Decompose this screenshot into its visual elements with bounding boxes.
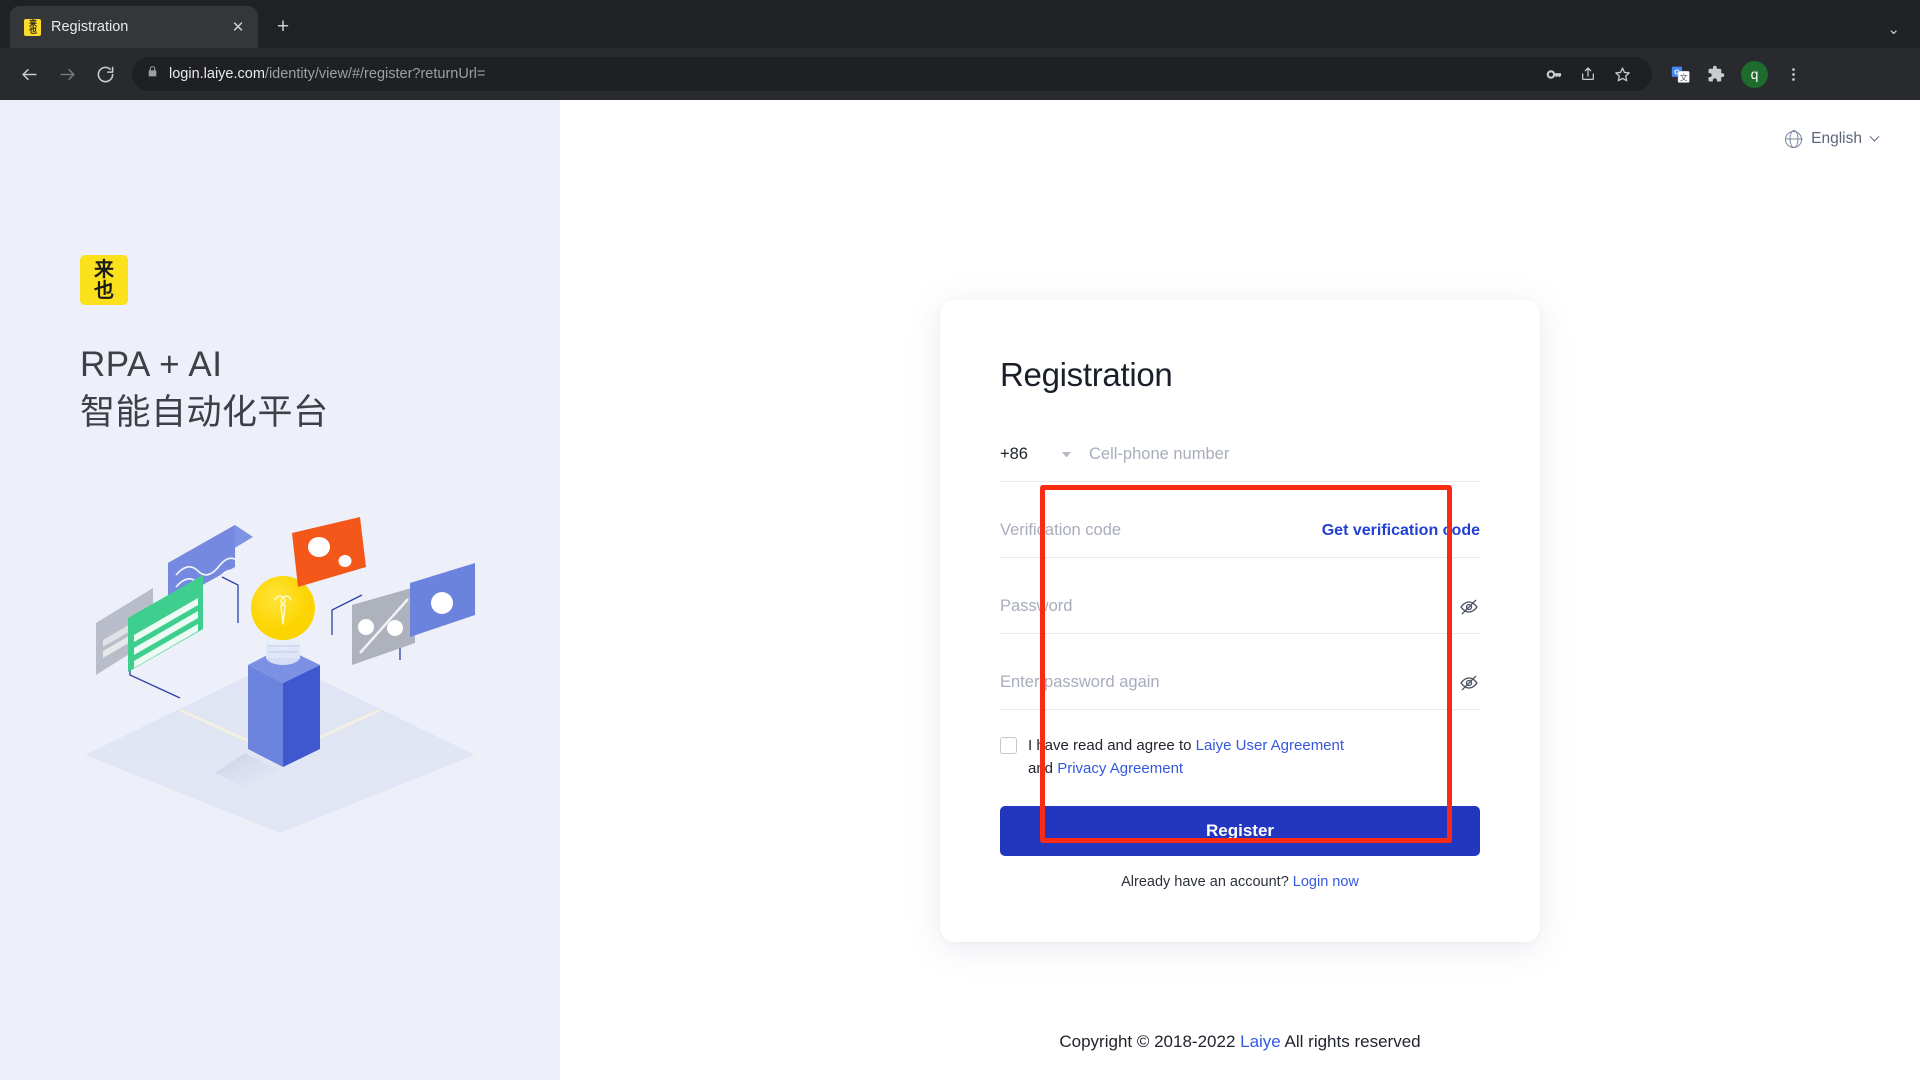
browser-toolbar: login.laiye.com/identity/view/#/register… <box>0 48 1920 100</box>
laiye-favicon: 来 也 <box>24 18 41 36</box>
copyright-suffix: All rights reserved <box>1280 1032 1421 1051</box>
laiye-logo: 来 也 <box>80 255 128 305</box>
chevron-down-icon[interactable]: ⌄ <box>1879 20 1908 38</box>
back-icon[interactable] <box>12 57 46 91</box>
logo-char-2: 也 <box>94 278 114 302</box>
close-icon[interactable]: ✕ <box>228 17 248 37</box>
eye-off-icon[interactable] <box>1458 672 1480 694</box>
registration-card: Registration +86 Get verification code <box>940 300 1540 942</box>
profile-avatar[interactable]: q <box>1741 60 1768 88</box>
favicon-char-2: 也 <box>29 26 37 35</box>
reload-icon[interactable] <box>88 57 122 91</box>
phone-field-row: +86 <box>1000 428 1480 482</box>
eye-off-icon[interactable] <box>1458 596 1480 618</box>
password-field-row <box>1000 580 1480 634</box>
agreement-text: I have read and agree to Laiye User Agre… <box>1028 734 1373 780</box>
url-host: login.laiye.com <box>169 66 265 82</box>
verification-field-row: Get verification code <box>1000 504 1480 558</box>
window-controls: ⌄ <box>1879 20 1908 38</box>
brand-panel: 来 也 RPA + AI 智能自动化平台 <box>0 100 560 1080</box>
page-content: 来 也 RPA + AI 智能自动化平台 English Registratio… <box>0 100 1920 1080</box>
brand-tagline: RPA + AI 智能自动化平台 <box>80 341 560 437</box>
bookmark-star-icon[interactable] <box>1606 58 1638 90</box>
tab-strip: 来 也 Registration ✕ + ⌄ <box>0 0 1920 48</box>
login-now-link[interactable]: Login now <box>1293 874 1359 890</box>
get-verification-code-button[interactable]: Get verification code <box>1322 522 1480 540</box>
isometric-lightbulb-platform-illustration <box>70 515 490 850</box>
language-switcher[interactable]: English <box>1785 130 1880 148</box>
address-bar[interactable]: login.laiye.com/identity/view/#/register… <box>132 57 1652 91</box>
lock-icon <box>146 65 159 83</box>
laiye-link[interactable]: Laiye <box>1240 1032 1281 1051</box>
url-path: /identity/view/#/register?returnUrl= <box>264 66 486 82</box>
globe-icon <box>1785 130 1803 148</box>
password-input[interactable] <box>1000 597 1446 616</box>
browser-window: 来 也 Registration ✕ + ⌄ login.laiye.com/i… <box>0 0 1920 1080</box>
tagline-line-2: 智能自动化平台 <box>80 393 329 432</box>
browser-tab-registration[interactable]: 来 也 Registration ✕ <box>10 6 258 48</box>
have-account-text: Already have an account? <box>1121 874 1293 890</box>
page-title: Registration <box>1000 356 1173 393</box>
password-confirm-input[interactable] <box>1000 673 1446 692</box>
tab-title: Registration <box>51 19 129 35</box>
forward-icon[interactable] <box>50 57 84 91</box>
chevron-down-icon <box>1869 131 1880 142</box>
share-icon[interactable] <box>1572 58 1604 90</box>
phone-input[interactable] <box>1089 445 1480 464</box>
url-text: login.laiye.com/identity/view/#/register… <box>169 66 485 82</box>
agreement-row: I have read and agree to Laiye User Agre… <box>1000 734 1480 780</box>
country-code-select[interactable]: +86 <box>1000 445 1062 464</box>
logo-char-1: 来 <box>94 257 114 281</box>
laiye-user-agreement-link[interactable]: Laiye User Agreement <box>1196 737 1344 754</box>
agreement-middle: and <box>1028 760 1058 777</box>
tagline-line-1: RPA + AI <box>80 345 223 384</box>
verification-code-input[interactable] <box>1000 521 1308 540</box>
chrome-menu-icon[interactable] <box>1777 58 1809 90</box>
copyright-prefix: Copyright © 2018-2022 <box>1059 1032 1241 1051</box>
privacy-agreement-link[interactable]: Privacy Agreement <box>1057 760 1183 777</box>
svg-text:文: 文 <box>1679 72 1687 82</box>
chevron-down-icon[interactable] <box>1062 452 1071 457</box>
agreement-prefix: I have read and agree to <box>1028 737 1196 754</box>
omnibox-actions <box>1538 58 1638 90</box>
language-label: English <box>1811 130 1862 147</box>
password-confirm-field-row <box>1000 656 1480 710</box>
google-translate-icon[interactable]: G文 <box>1664 58 1696 90</box>
registration-side: English Registration +86 Get verificatio… <box>560 100 1920 1080</box>
login-prompt: Already have an account? Login now <box>1000 874 1480 890</box>
extensions-puzzle-icon[interactable] <box>1700 58 1732 90</box>
copyright-footer: Copyright © 2018-2022 Laiye All rights r… <box>560 1032 1920 1052</box>
agreement-checkbox[interactable] <box>1000 737 1017 754</box>
password-key-icon[interactable] <box>1538 58 1570 90</box>
register-button[interactable]: Register <box>1000 806 1480 856</box>
new-tab-button[interactable]: + <box>266 10 300 44</box>
